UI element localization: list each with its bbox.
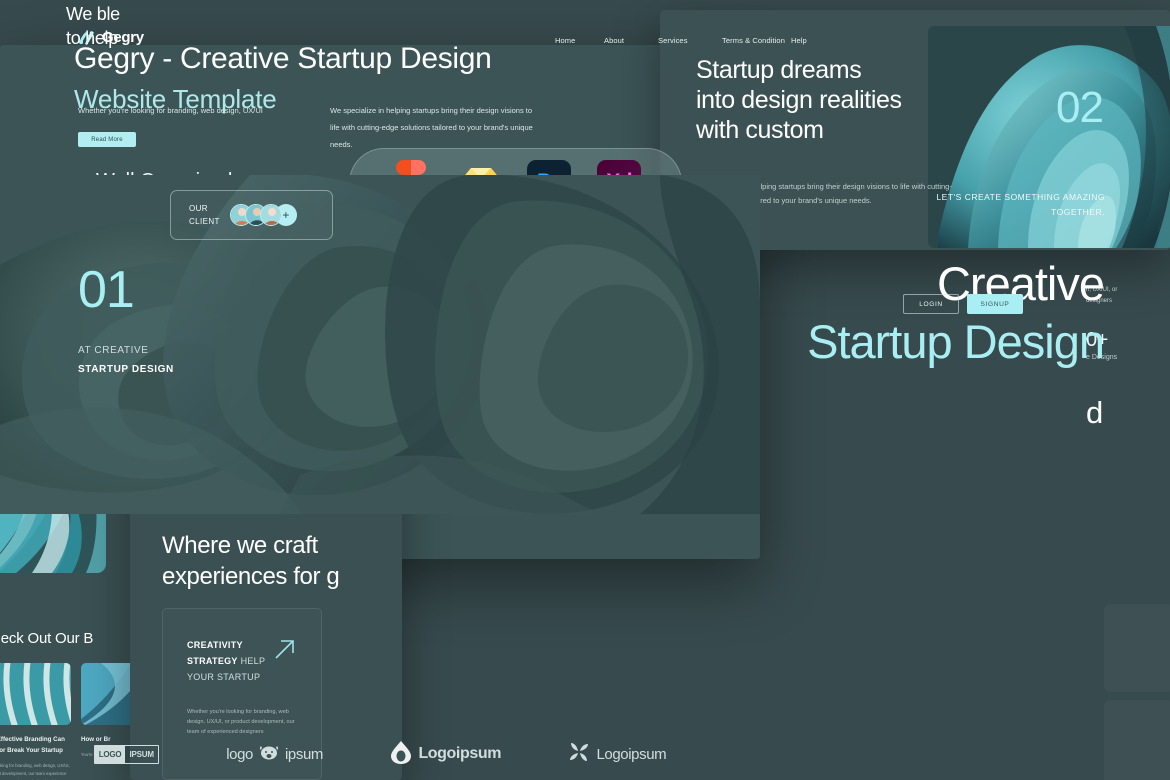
gegry-logo-icon [78,29,95,46]
our-client-line2: CLIENT [189,217,220,226]
blog-thumb-stripes [0,663,71,725]
main-website-card: Gegry Home About Services Terms & Condit… [0,29,1105,764]
brand[interactable]: Gegry [78,29,144,46]
strategy-strong-1: CREATIVITY [187,640,243,650]
hero-top-heading-line1: Startup dreams [696,56,862,84]
strategy-strong-2: STRATEGY [187,656,238,666]
right-placeholder-block [1104,700,1170,780]
section-number-01: 01 [78,261,135,319]
arrow-up-right-icon[interactable] [273,637,297,661]
our-client-line1: OUR [189,204,208,213]
we-blend-line1: We ble [66,4,120,24]
left-mid-big-line1: Where we craft [162,532,318,559]
brand-name: Gegry [102,29,144,46]
our-client-badge[interactable]: OUR CLIENT + [170,190,333,240]
at-creative-label: AT CREATIVE [78,345,149,356]
hero-left-column: Whether you're looking for branding, web… [78,102,278,147]
blog-section-title: Check Out Our B [0,630,94,647]
hero-top-heading: Startup dreams into design realities wit… [696,55,902,145]
page-title: Gegry - Creative Startup Design [74,42,492,75]
hero-right-column: We specialize in helping startups bring … [330,102,540,153]
avatar [259,204,282,226]
read-more-button[interactable]: Read More [78,132,136,147]
left-mid-big-line2: experiences for g [162,563,340,590]
login-button[interactable]: LOGIN [903,294,959,314]
client-avatar-group: + [229,204,297,226]
strategy-light-1: HELP [240,656,266,666]
our-client-label: OUR CLIENT [189,202,220,228]
strategy-heading: CREATIVITY STRATEGY HELP YOUR STARTUP [187,637,287,685]
poster-stage: Gegry - Creative Startup Design Website … [0,0,1170,780]
strategy-light-2: YOUR STARTUP [187,672,261,682]
right-fragment-letter: d [1086,395,1103,430]
at-creative-strong: STARTUP DESIGN [78,364,174,375]
hero-left-paragraph: Whether you're looking for branding, web… [78,106,263,115]
hero-top-heading-line3: with custom [696,116,824,144]
right-placeholder-block [1104,604,1170,692]
left-mid-big-heading: Where we craft experiences for g [162,530,402,592]
hero-top-heading-line2: into design realities [696,86,902,114]
signup-button[interactable]: SIGNUP [967,294,1023,314]
hero-right-paragraph: We specialize in helping startups bring … [330,106,533,149]
